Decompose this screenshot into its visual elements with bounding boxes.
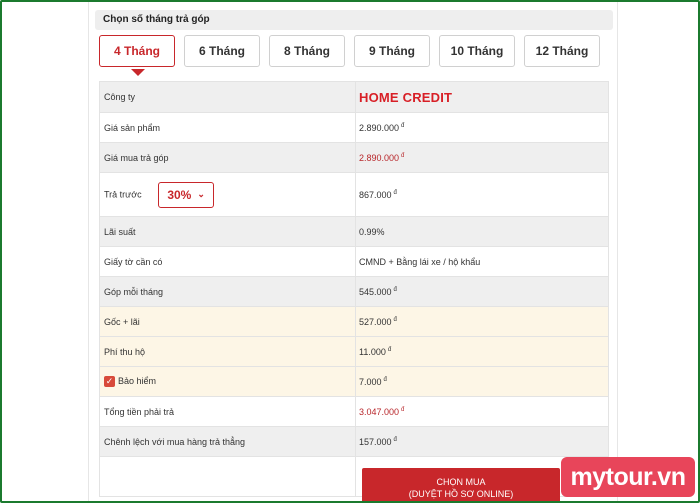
prepay-percent-value: 30% [167,187,192,202]
tab-6-months[interactable]: 6 Tháng [184,35,260,67]
screenshot-frame: Chọn số tháng trả góp 4 Tháng 6 Tháng 8 … [0,0,700,503]
documents-label: Giấy tờ cần có [99,246,356,277]
prepay-label: Trả trước [104,188,142,199]
installment-price-value: 2.890.000 [359,152,400,163]
insurance-value: 7.000 [359,376,382,387]
insurance-checkbox[interactable]: ✓ [104,376,115,388]
table-row: ✓ Bảo hiểm 7.000 đ [99,366,609,397]
tab-4-months[interactable]: 4 Tháng [99,35,175,67]
installment-price-label: Giá mua trả góp [99,142,356,173]
difference-value: 157.000 [359,436,392,447]
table-row: Góp mỗi tháng 545.000 đ [99,276,609,307]
currency-symbol: đ [387,346,392,353]
total-value: 3.047.000 [359,406,400,417]
table-row: Giá sản phẩm 2.890.000 đ [99,112,609,143]
currency-symbol: đ [393,436,397,443]
buy-button-label: CHỌN MUA [436,477,486,487]
principal-interest-value: 527.000 [359,316,392,327]
company-label: Công ty [99,81,356,113]
section-header: Chọn số tháng trả góp [95,10,613,30]
monthly-payment-value: 545.000 [359,286,392,297]
documents-value: CMND + Bằng lái xe / hộ khẩu [355,246,609,277]
total-label: Tổng tiền phải trả [99,396,356,427]
mytour-watermark: mytour.vn [561,457,695,497]
currency-symbol: đ [401,122,405,129]
table-row: Trả trước 30% ⌄ 867.000 đ [99,172,609,217]
chevron-down-icon: ⌄ [197,189,205,199]
currency-symbol: đ [401,152,405,159]
prepay-value: 867.000 [359,189,392,200]
product-price-value: 2.890.000 [359,122,400,133]
prepay-percent-select[interactable]: 30% ⌄ [158,181,215,208]
table-row: Lãi suất 0.99% [99,216,609,247]
home-credit-logo: HOME CREDIT [359,89,453,105]
difference-label: Chênh lệch với mua hàng trả thẳng [99,426,356,457]
tab-8-months[interactable]: 8 Tháng [269,35,345,67]
section-title: Chọn số tháng trả góp [103,14,210,25]
monthly-payment-label: Góp mỗi tháng [99,276,356,307]
product-price-label: Giá sản phẩm [99,112,356,143]
table-row: Chênh lệch với mua hàng trả thẳng 157.00… [99,426,609,457]
currency-symbol: đ [383,376,387,383]
installment-panel: Chọn số tháng trả góp 4 Tháng 6 Tháng 8 … [88,2,618,501]
table-row: Phí thu hộ 11.000 đ [99,336,609,367]
table-row: Tổng tiền phải trả 3.047.000 đ [99,396,609,427]
currency-symbol: đ [393,316,397,323]
buy-button-sublabel: (DUYỆT HỒ SƠ ONLINE) [408,489,514,499]
table-row: Gốc + lãi 527.000 đ [99,306,609,337]
installment-table: Công ty HOME CREDIT Giá sản phẩm 2.890.0… [99,81,609,497]
interest-value: 0.99% [355,216,609,247]
collection-fee-label: Phí thu hộ [99,336,356,367]
table-row: Công ty HOME CREDIT [99,81,609,113]
tab-10-months[interactable]: 10 Tháng [439,35,515,67]
insurance-label: Bảo hiểm [118,375,157,386]
currency-symbol: đ [393,189,397,196]
tab-9-months[interactable]: 9 Tháng [354,35,430,67]
table-row: Giấy tờ cần có CMND + Bằng lái xe / hộ k… [99,246,609,277]
buy-button[interactable]: CHỌN MUA (DUYỆT HỒ SƠ ONLINE) [362,468,560,501]
table-row: Giá mua trả góp 2.890.000 đ [99,142,609,173]
currency-symbol: đ [393,286,397,293]
currency-symbol: đ [401,406,405,413]
active-tab-indicator [131,69,145,76]
tab-12-months[interactable]: 12 Tháng [524,35,600,67]
collection-fee-value: 11.000 [359,346,386,357]
principal-interest-label: Gốc + lãi [99,306,356,337]
interest-label: Lãi suất [99,216,356,247]
